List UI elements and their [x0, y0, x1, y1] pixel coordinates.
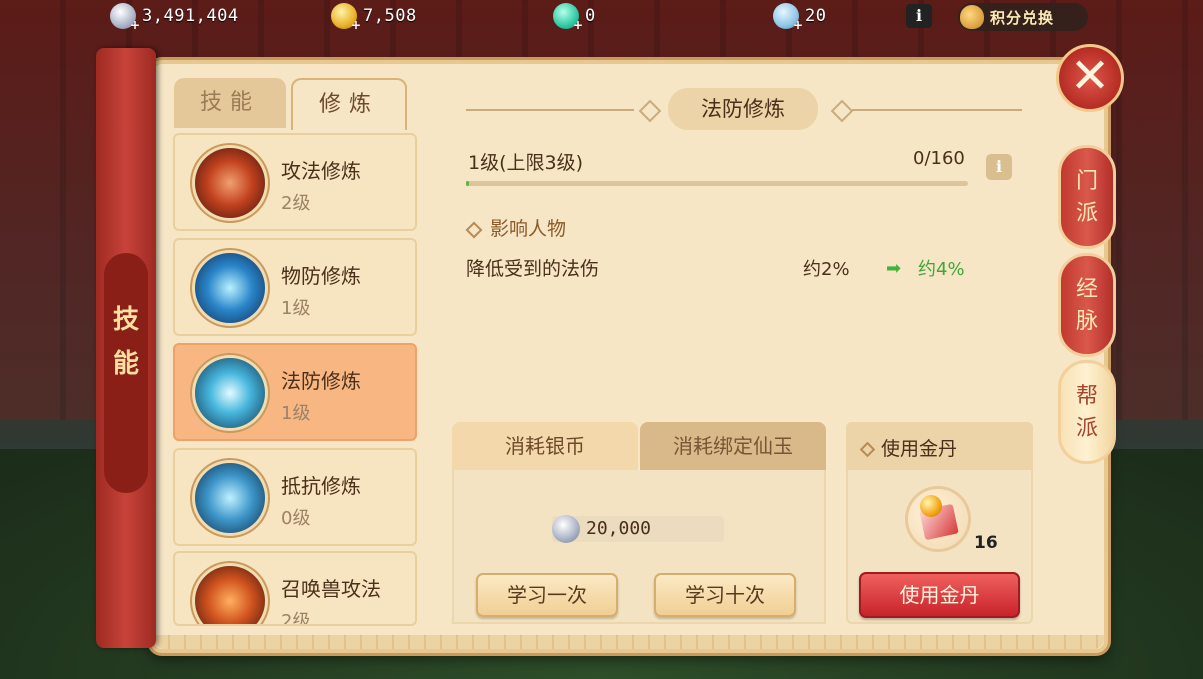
- silver-amount: 3,491,404: [142, 6, 239, 26]
- progress-bar: [466, 181, 968, 186]
- gold-coin-icon: +: [331, 3, 361, 32]
- silver-currency[interactable]: + 3,491,404: [110, 3, 239, 32]
- progress-count: 0/160: [913, 148, 965, 169]
- skill-level: 2级: [281, 193, 311, 214]
- jade-icon: +: [553, 3, 583, 32]
- tab-cost-silver[interactable]: 消耗银币: [452, 422, 638, 470]
- gold-pill-icon: [920, 495, 942, 517]
- skill-name: 物防修炼: [281, 264, 361, 288]
- panel-border-decoration: [154, 635, 1104, 649]
- silver-coin-icon: +: [110, 3, 140, 32]
- skill-name: 抵抗修炼: [281, 474, 361, 498]
- summon-beast-icon: [195, 566, 265, 624]
- skill-item-magic-defense[interactable]: 法防修炼 1级: [173, 343, 417, 441]
- cloud-icon: +: [773, 3, 803, 32]
- info-button[interactable]: i: [906, 4, 932, 28]
- side-tab-sect[interactable]: 门派: [1058, 145, 1116, 249]
- tab-cost-bound-jade[interactable]: 消耗绑定仙玉: [640, 422, 826, 470]
- jade-currency[interactable]: + 0: [553, 3, 596, 32]
- diamond-bullet-icon: [465, 221, 483, 238]
- scroll-label: 技能: [112, 305, 139, 379]
- jade-amount: 0: [585, 6, 596, 26]
- physical-shield-icon: [195, 253, 265, 323]
- gold-pill-title: 使用金丹: [859, 434, 958, 461]
- gold-pill-title-label: 使用金丹: [881, 438, 958, 460]
- cost-value: 20,000: [586, 518, 652, 539]
- effect-section-label: 影响人物: [490, 218, 567, 240]
- title-divider-right: [852, 109, 1022, 111]
- detail-title-bar: 法防修炼: [466, 88, 1022, 132]
- side-tab-guild[interactable]: 帮派: [1058, 360, 1116, 464]
- arrow-right-icon: ➡: [886, 258, 902, 279]
- diamond-bullet-icon: [859, 441, 876, 458]
- skill-level: 1级: [281, 298, 311, 319]
- skill-item-resistance[interactable]: 抵抗修炼 0级: [173, 448, 417, 546]
- detail-title: 法防修炼: [668, 88, 818, 130]
- title-divider-left: [466, 109, 634, 111]
- side-tab-label: 门派: [1075, 169, 1098, 226]
- close-button[interactable]: ✕: [1056, 44, 1124, 112]
- gold-pill-item[interactable]: [908, 489, 968, 549]
- gold-currency[interactable]: + 7,508: [331, 3, 417, 32]
- cloud-amount: 20: [805, 6, 827, 26]
- learn-ten-times-button[interactable]: 学习十次: [654, 573, 796, 617]
- title-diamond-right-icon: [830, 99, 854, 123]
- skill-level: 0级: [281, 508, 311, 529]
- info-hint-icon[interactable]: i: [986, 154, 1012, 180]
- tab-cultivation[interactable]: 修炼: [291, 78, 407, 130]
- skill-item-physical-defense[interactable]: 物防修炼 1级: [173, 238, 417, 336]
- effect-current-value: 约2%: [803, 259, 850, 280]
- use-gold-pill-button[interactable]: 使用金丹: [859, 572, 1020, 618]
- title-diamond-left-icon: [638, 99, 662, 123]
- gold-pill-count: 16: [974, 533, 998, 553]
- currency-bar: + 3,491,404 + 7,508 + 0 + 20 i 积分兑换: [0, 0, 1203, 34]
- effect-description: 降低受到的法伤: [466, 258, 600, 280]
- skill-name: 召唤兽攻法: [281, 577, 381, 601]
- effect-next-value: 约4%: [918, 259, 965, 280]
- points-exchange-label: 积分兑换: [990, 8, 1055, 27]
- gold-amount: 7,508: [363, 6, 417, 26]
- skill-name: 法防修炼: [281, 369, 361, 393]
- learn-once-button[interactable]: 学习一次: [476, 573, 618, 617]
- attack-sword-icon: [195, 148, 265, 218]
- magic-defense-orb-icon: [195, 358, 265, 428]
- skill-item-summon-attack[interactable]: 召唤兽攻法 2级: [173, 551, 417, 626]
- cloud-currency[interactable]: + 20: [773, 3, 827, 32]
- skill-level: 2级: [281, 611, 311, 626]
- skill-item-attack-magic[interactable]: 攻法修炼 2级: [173, 133, 417, 231]
- skill-level: 1级: [281, 403, 311, 424]
- tab-skills[interactable]: 技能: [174, 78, 286, 128]
- resistance-bell-icon: [195, 463, 265, 533]
- silver-coin-icon: [552, 515, 580, 543]
- side-tab-label: 经脉: [1075, 277, 1098, 334]
- points-exchange-button[interactable]: 积分兑换: [958, 3, 1088, 31]
- close-icon: ✕: [1069, 48, 1111, 104]
- money-bag-icon: [960, 5, 984, 29]
- side-tab-label: 帮派: [1075, 384, 1098, 441]
- effect-section-title: 影响人物: [465, 214, 567, 241]
- skill-name: 攻法修炼: [281, 159, 361, 183]
- progress-fill: [466, 181, 469, 186]
- side-tab-meridian[interactable]: 经脉: [1058, 253, 1116, 357]
- current-level: 1级(上限3级): [468, 152, 584, 174]
